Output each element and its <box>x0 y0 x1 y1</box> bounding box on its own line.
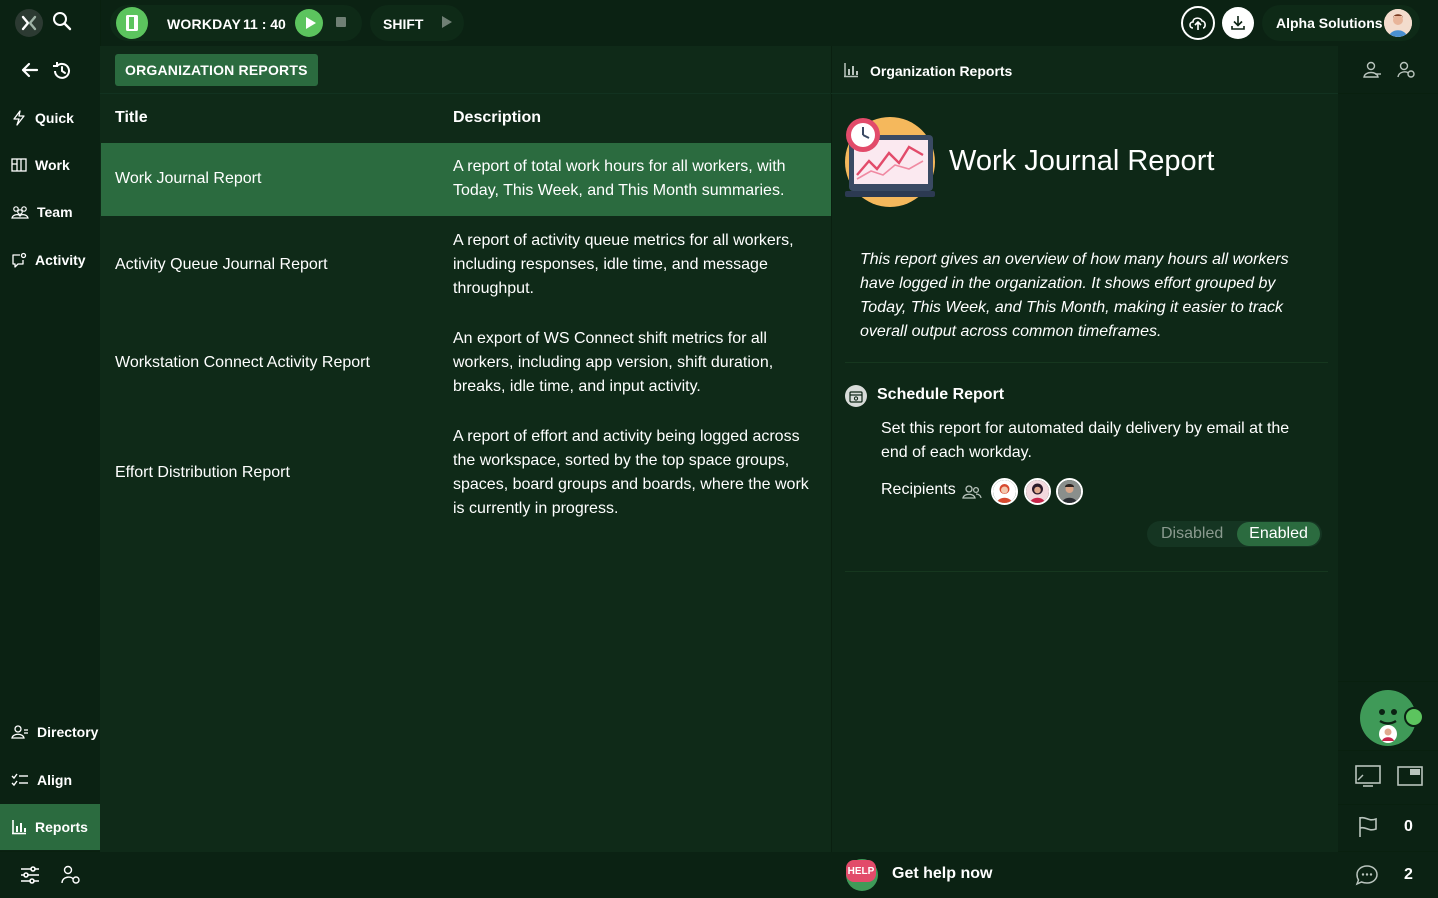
directory-icon <box>11 725 28 739</box>
reports-icon <box>12 820 26 835</box>
bar-chart-icon <box>843 62 859 83</box>
workday-stop-button[interactable] <box>336 17 346 27</box>
workday-label: WORKDAY <box>167 16 241 32</box>
rail-divider <box>1338 851 1438 852</box>
team-icon <box>11 206 29 219</box>
sidebar-item-reports[interactable]: Reports <box>0 804 100 850</box>
sidebar-item-quick[interactable]: Quick <box>0 95 100 141</box>
rail-divider <box>1338 681 1438 682</box>
topbar-divider <box>100 0 101 46</box>
user-settings-icon[interactable] <box>1396 61 1416 84</box>
table-row[interactable]: Effort Distribution Report A report of e… <box>101 413 831 533</box>
sidebar-item-label: Directory <box>37 724 99 740</box>
rail-divider <box>1338 93 1438 94</box>
rail-divider <box>1338 804 1438 805</box>
section-divider <box>845 571 1328 572</box>
calendar-icon <box>845 385 867 407</box>
report-description: This report gives an overview of how man… <box>860 251 1289 340</box>
schedule-report-description: Set this report for automated daily deli… <box>881 420 1290 461</box>
sidebar-item-activity[interactable]: Activity <box>0 237 100 283</box>
table-row[interactable]: Workstation Connect Activity Report An e… <box>101 315 831 411</box>
section-divider <box>845 362 1328 363</box>
sidebar-item-label: Reports <box>35 819 88 835</box>
align-icon <box>11 773 28 787</box>
report-title: Work Journal Report <box>949 145 1215 177</box>
app-logo-icon[interactable] <box>15 9 43 37</box>
workday-play-button[interactable] <box>295 9 323 37</box>
chat-count: 2 <box>1404 866 1413 883</box>
recipient-avatar[interactable] <box>991 478 1018 505</box>
workday-time: 11 : 40 <box>243 16 286 32</box>
bolt-icon <box>13 110 25 126</box>
toggle-disabled-option[interactable]: Disabled <box>1161 525 1223 543</box>
flag-icon[interactable] <box>1358 816 1378 843</box>
row-description: A report of total work hours for all wor… <box>453 158 786 199</box>
rail-divider <box>1338 750 1438 751</box>
picture-in-picture-icon[interactable] <box>1397 766 1423 791</box>
add-recipients-icon[interactable] <box>962 484 982 505</box>
sidebar-item-label: Team <box>37 204 73 220</box>
schedule-report-title: Schedule Report <box>877 386 1005 403</box>
row-title: Effort Distribution Report <box>115 464 290 481</box>
sidebar-item-label: Align <box>37 772 72 788</box>
user-settings-icon[interactable] <box>60 865 82 890</box>
recipients-label: Recipients <box>881 481 956 498</box>
get-help-link[interactable]: Get help now <box>892 865 992 883</box>
bottom-bar <box>100 852 1338 898</box>
download-icon[interactable] <box>1222 7 1254 39</box>
right-rail <box>1338 46 1438 898</box>
row-title: Workstation Connect Activity Report <box>115 354 370 371</box>
recipient-avatar[interactable] <box>1056 478 1083 505</box>
row-title: Activity Queue Journal Report <box>115 256 328 273</box>
workday-logo-icon <box>116 7 148 39</box>
cloud-upload-icon[interactable] <box>1181 6 1215 40</box>
help-badge-label[interactable]: HELP <box>846 860 876 882</box>
board-icon <box>11 158 27 172</box>
row-description: A report of effort and activity being lo… <box>453 428 809 517</box>
shift-label: SHIFT <box>383 16 424 32</box>
user-avatar[interactable] <box>1384 9 1412 37</box>
sidebar-item-work[interactable]: Work <box>0 142 100 188</box>
column-header-title[interactable]: Title <box>115 109 148 127</box>
table-row[interactable]: Work Journal Report A report of total wo… <box>101 143 831 216</box>
tab-organization-reports[interactable]: ORGANIZATION REPORTS <box>115 54 318 86</box>
sliders-icon[interactable] <box>20 865 40 890</box>
online-status-icon <box>1404 707 1424 727</box>
activity-icon <box>12 252 27 268</box>
back-arrow-icon[interactable] <box>20 60 40 85</box>
sidebar-divider <box>0 851 100 852</box>
sidebar-item-label: Work <box>35 157 70 173</box>
toggle-enabled-option[interactable]: Enabled <box>1237 522 1320 546</box>
row-description: An export of WS Connect shift metrics fo… <box>453 330 774 395</box>
recipient-avatar[interactable] <box>1024 478 1051 505</box>
sidebar-item-team[interactable]: Team <box>0 189 100 235</box>
sidebar-item-label: Activity <box>35 252 86 268</box>
shift-play-button[interactable] <box>442 16 452 28</box>
history-icon[interactable] <box>51 60 73 87</box>
chat-icon[interactable] <box>1355 864 1379 891</box>
table-row[interactable]: Activity Queue Journal Report A report o… <box>101 217 831 313</box>
sidebar-item-align[interactable]: Align <box>0 757 100 803</box>
sidebar-item-label: Quick <box>35 110 74 126</box>
search-icon[interactable] <box>52 11 72 36</box>
column-header-description[interactable]: Description <box>453 109 541 127</box>
sidebar-item-directory[interactable]: Directory <box>0 709 100 755</box>
row-title: Work Journal Report <box>115 170 262 187</box>
report-illustration-icon <box>845 117 935 207</box>
user-name[interactable]: Alpha Solutions <box>1276 15 1383 31</box>
flag-count: 0 <box>1404 818 1413 835</box>
people-icon[interactable] <box>1362 61 1382 84</box>
detail-header-title: Organization Reports <box>870 63 1013 79</box>
row-description: A report of activity queue metrics for a… <box>453 232 794 297</box>
screen-icon[interactable] <box>1355 765 1381 792</box>
detail-header-divider <box>831 93 1338 94</box>
